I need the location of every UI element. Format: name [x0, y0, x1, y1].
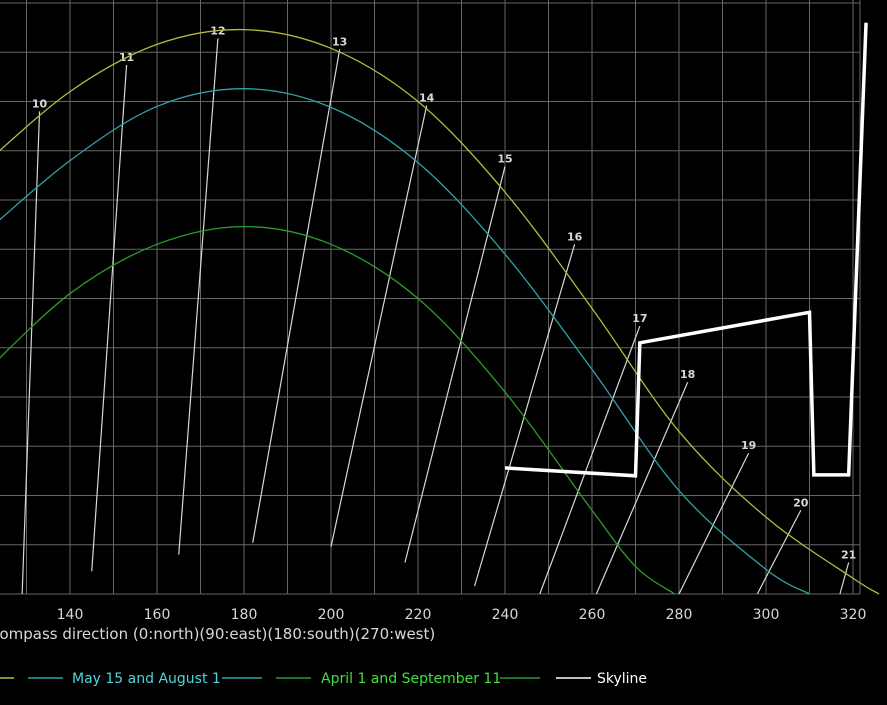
hour-label-15: 15 — [497, 153, 512, 166]
sun-path-chart: 101112131415161718192021 140 160 180 200 220… — [0, 0, 880, 687]
hour-line-13 — [252, 49, 341, 543]
x-tick-300: 300 — [753, 607, 780, 623]
hour-line-21 — [839, 562, 850, 595]
legend: May 15 and August 1 April 1 and September… — [0, 671, 647, 687]
hour-line-20 — [756, 509, 802, 595]
series-line-may_aug — [0, 88, 810, 595]
hour-label-20: 20 — [793, 496, 809, 509]
hour-line-14 — [330, 105, 428, 547]
grid — [0, 0, 861, 595]
series-lines — [0, 22, 880, 595]
x-tick-200: 200 — [318, 607, 345, 623]
hour-lines: 101112131415161718192021 — [21, 24, 856, 595]
hour-line-12 — [178, 38, 219, 555]
x-axis-label: Compass direction (0:north)(90:east)(180… — [0, 625, 435, 643]
x-tick-160: 160 — [144, 607, 171, 623]
hour-line-19 — [678, 452, 750, 595]
legend-label-apr_sep: April 1 and September 11 — [321, 671, 501, 687]
x-tick-180: 180 — [231, 607, 258, 623]
x-tick-240: 240 — [492, 607, 519, 623]
x-tick-280: 280 — [666, 607, 693, 623]
x-tick-220: 220 — [405, 607, 432, 623]
hour-label-14: 14 — [419, 91, 435, 104]
hour-label-17: 17 — [632, 312, 647, 325]
hour-label-16: 16 — [567, 230, 583, 243]
hour-label-19: 19 — [741, 439, 756, 452]
legend-label-skyline: Skyline — [597, 671, 647, 687]
x-tick-labels: 140 160 180 200 220 240 260 280 300 320 — [57, 607, 867, 623]
hour-label-13: 13 — [332, 35, 347, 48]
hour-label-10: 10 — [32, 97, 48, 110]
hour-line-18 — [595, 381, 689, 595]
series-line-summer — [0, 28, 880, 595]
hour-line-10 — [21, 111, 41, 595]
x-tick-140: 140 — [57, 607, 84, 623]
hour-line-15 — [404, 166, 506, 563]
legend-label-may_aug: May 15 and August 1 — [72, 671, 221, 687]
x-tick-260: 260 — [579, 607, 606, 623]
hour-label-21: 21 — [841, 548, 856, 561]
x-tick-320: 320 — [840, 607, 867, 623]
hour-label-18: 18 — [680, 368, 695, 381]
hour-line-16 — [473, 244, 576, 587]
